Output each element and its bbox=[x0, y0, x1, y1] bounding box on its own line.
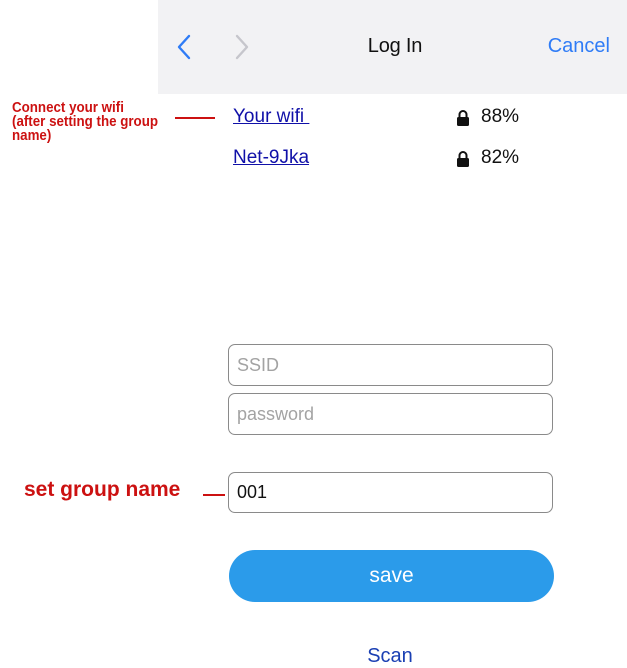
wifi-signal-strength: 88% bbox=[481, 106, 520, 127]
group-name-field[interactable] bbox=[228, 472, 553, 513]
group-name-annotation: set group name bbox=[24, 478, 181, 501]
wifi-annotation: Connect your wifi (after setting the gro… bbox=[12, 100, 159, 144]
wifi-name[interactable]: Net-9Jka bbox=[233, 147, 309, 169]
wifi-list-item[interactable]: Your wifi 88% bbox=[233, 104, 563, 132]
chevron-left-icon[interactable] bbox=[172, 32, 196, 62]
ssid-field[interactable] bbox=[228, 344, 553, 386]
lock-icon bbox=[456, 109, 470, 127]
annotation-arrow-line bbox=[175, 117, 215, 119]
lock-icon bbox=[456, 150, 470, 168]
wifi-name[interactable]: Your wifi bbox=[233, 106, 309, 128]
annotation-arrow-line bbox=[203, 494, 225, 496]
page-title: Log In bbox=[367, 35, 423, 57]
save-button[interactable]: save bbox=[229, 550, 554, 602]
wifi-list-item[interactable]: Net-9Jka 82% bbox=[233, 145, 563, 173]
wifi-signal-strength: 82% bbox=[481, 147, 520, 168]
cancel-button[interactable]: Cancel bbox=[530, 35, 610, 58]
chevron-right-icon[interactable] bbox=[230, 32, 254, 62]
password-field[interactable] bbox=[228, 393, 553, 435]
